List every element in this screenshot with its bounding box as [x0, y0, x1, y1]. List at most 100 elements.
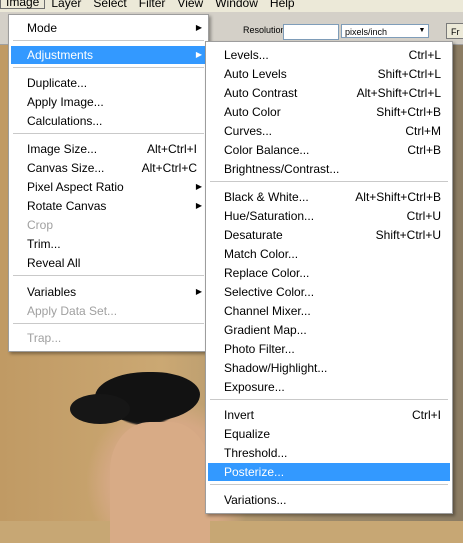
menu-help[interactable]: Help — [264, 0, 301, 9]
menu-item-black-white[interactable]: Black & White... Alt+Shift+Ctrl+B — [208, 188, 450, 206]
menu-item-label: Auto Contrast — [224, 86, 298, 100]
menu-item-calculations[interactable]: Calculations... — [11, 112, 206, 130]
resolution-input[interactable] — [283, 24, 339, 40]
menu-item-label: Threshold... — [224, 446, 288, 460]
menu-item-brightness-contrast[interactable]: Brightness/Contrast... — [208, 160, 450, 178]
menu-separator — [13, 67, 204, 68]
menu-item-label: Curves... — [224, 124, 273, 138]
menu-item-label: Pixel Aspect Ratio — [27, 180, 124, 194]
menu-item-color-balance[interactable]: Color Balance... Ctrl+B — [208, 141, 450, 159]
menu-item-hue-saturation[interactable]: Hue/Saturation... Ctrl+U — [208, 207, 450, 225]
menu-item-label: Color Balance... — [224, 143, 310, 157]
menu-item-apply-image[interactable]: Apply Image... — [11, 93, 206, 111]
menu-item-variations[interactable]: Variations... — [208, 491, 450, 509]
menu-separator — [13, 323, 204, 324]
menu-item-auto-levels[interactable]: Auto Levels Shift+Ctrl+L — [208, 65, 450, 83]
menu-item-label: Channel Mixer... — [224, 304, 311, 318]
menu-item-crop: Crop — [11, 216, 206, 234]
menu-item-duplicate[interactable]: Duplicate... — [11, 74, 206, 92]
menu-item-label: Apply Data Set... — [27, 304, 118, 318]
menu-item-label: Desaturate — [224, 228, 283, 242]
menu-window[interactable]: Window — [209, 0, 264, 9]
menu-item-channel-mixer[interactable]: Channel Mixer... — [208, 302, 450, 320]
menu-item-label: Variables — [27, 285, 77, 299]
menu-item-shortcut: Ctrl+L — [408, 48, 441, 62]
menu-item-label: Variations... — [224, 493, 287, 507]
menu-item-levels[interactable]: Levels... Ctrl+L — [208, 46, 450, 64]
resolution-label: Resolution: — [243, 25, 289, 35]
menu-separator — [210, 399, 448, 400]
menu-item-shortcut: Alt+Ctrl+C — [141, 161, 197, 175]
menu-item-label: Trim... — [27, 237, 61, 251]
menu-item-label: Match Color... — [224, 247, 299, 261]
menu-item-shortcut: Ctrl+M — [405, 124, 441, 138]
menu-item-match-color[interactable]: Match Color... — [208, 245, 450, 263]
menu-item-rotate-canvas[interactable]: Rotate Canvas ▶ — [11, 197, 206, 215]
menu-separator — [210, 484, 448, 485]
menu-item-posterize[interactable]: Posterize... — [208, 463, 450, 481]
menu-item-label: Reveal All — [27, 256, 81, 270]
menu-item-label: Brightness/Contrast... — [224, 162, 340, 176]
menu-item-label: Canvas Size... — [27, 161, 105, 175]
menu-item-label: Photo Filter... — [224, 342, 295, 356]
menu-item-replace-color[interactable]: Replace Color... — [208, 264, 450, 282]
menu-layer[interactable]: Layer — [45, 0, 87, 9]
menu-item-shortcut: Ctrl+I — [411, 408, 441, 422]
menu-item-label: Invert — [224, 408, 255, 422]
menu-filter[interactable]: Filter — [133, 0, 172, 9]
menu-item-shortcut: Shift+Ctrl+B — [376, 105, 441, 119]
menu-item-desaturate[interactable]: Desaturate Shift+Ctrl+U — [208, 226, 450, 244]
chevron-down-icon: ▼ — [418, 27, 426, 34]
menu-item-shadow-highlight[interactable]: Shadow/Highlight... — [208, 359, 450, 377]
menu-item-shortcut: Shift+Ctrl+U — [375, 228, 441, 242]
menu-separator — [13, 40, 204, 41]
sunglasses-lens-image — [70, 394, 130, 424]
menu-item-gradient-map[interactable]: Gradient Map... — [208, 321, 450, 339]
menu-item-photo-filter[interactable]: Photo Filter... — [208, 340, 450, 358]
menu-item-trim[interactable]: Trim... — [11, 235, 206, 253]
menu-item-canvas-size[interactable]: Canvas Size... Alt+Ctrl+C — [11, 159, 206, 177]
menu-item-threshold[interactable]: Threshold... — [208, 444, 450, 462]
submenu-arrow-icon: ▶ — [195, 23, 202, 32]
submenu-arrow-icon: ▶ — [195, 287, 202, 296]
menu-item-label: Crop — [27, 218, 54, 232]
menu-item-exposure[interactable]: Exposure... — [208, 378, 450, 396]
resolution-units-select[interactable]: pixels/inch ▼ — [341, 24, 429, 38]
submenu-arrow-icon: ▶ — [195, 182, 202, 191]
menu-item-shortcut: Ctrl+U — [406, 209, 441, 223]
menu-item-label: Auto Color — [224, 105, 281, 119]
menu-item-curves[interactable]: Curves... Ctrl+M — [208, 122, 450, 140]
menu-separator — [13, 275, 204, 276]
menu-item-label: Gradient Map... — [224, 323, 307, 337]
menu-bar: Image Layer Select Filter View Window He… — [0, 0, 463, 12]
menu-item-label: Adjustments — [27, 48, 94, 62]
submenu-arrow-icon: ▶ — [195, 201, 202, 210]
menu-item-mode[interactable]: Mode ▶ — [11, 19, 206, 37]
menu-item-auto-contrast[interactable]: Auto Contrast Alt+Shift+Ctrl+L — [208, 84, 450, 102]
menu-item-selective-color[interactable]: Selective Color... — [208, 283, 450, 301]
menu-item-label: Black & White... — [224, 190, 309, 204]
menu-item-invert[interactable]: Invert Ctrl+I — [208, 406, 450, 424]
menu-item-label: Image Size... — [27, 142, 98, 156]
menu-item-variables[interactable]: Variables ▶ — [11, 283, 206, 301]
menu-item-label: Exposure... — [224, 380, 285, 394]
menu-select[interactable]: Select — [87, 0, 132, 9]
menu-item-auto-color[interactable]: Auto Color Shift+Ctrl+B — [208, 103, 450, 121]
menu-item-shortcut: Alt+Shift+Ctrl+B — [355, 190, 441, 204]
submenu-arrow-icon: ▶ — [195, 50, 202, 59]
menu-item-reveal-all[interactable]: Reveal All — [11, 254, 206, 272]
menu-item-pixel-aspect-ratio[interactable]: Pixel Aspect Ratio ▶ — [11, 178, 206, 196]
menu-separator — [210, 181, 448, 182]
menu-item-label: Rotate Canvas — [27, 199, 107, 213]
menu-item-label: Calculations... — [27, 114, 103, 128]
menu-item-adjustments[interactable]: Adjustments ▶ — [11, 46, 206, 64]
menu-item-label: Replace Color... — [224, 266, 310, 280]
menu-item-label: Posterize... — [224, 465, 285, 479]
menu-view[interactable]: View — [171, 0, 209, 9]
menu-item-label: Mode — [27, 21, 58, 35]
front-image-button[interactable]: Fr — [446, 23, 463, 39]
menu-item-equalize[interactable]: Equalize — [208, 425, 450, 443]
menu-separator — [13, 133, 204, 134]
menu-item-image-size[interactable]: Image Size... Alt+Ctrl+I — [11, 140, 206, 158]
menu-image[interactable]: Image — [0, 0, 46, 9]
